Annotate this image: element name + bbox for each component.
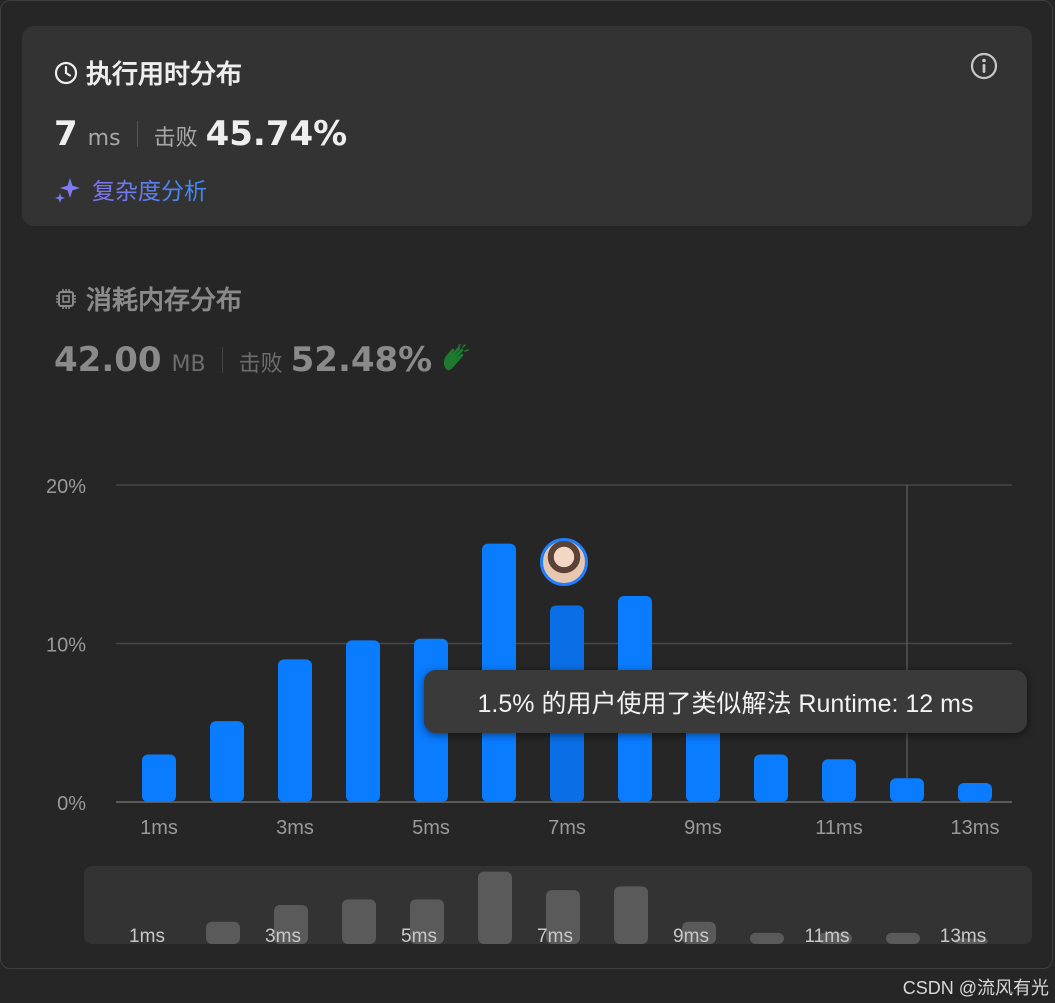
- overview-bar: [206, 921, 240, 944]
- info-icon[interactable]: [970, 52, 998, 84]
- runtime-card[interactable]: 执行用时分布 7 ms 击败 45.74% 复杂度分析: [22, 26, 1032, 226]
- overview-tick-label: 1ms: [129, 926, 165, 947]
- overview-tick-label: 5ms: [401, 926, 437, 947]
- overview-tick-label: 7ms: [537, 926, 573, 947]
- chip-icon: [54, 287, 78, 311]
- chart-bar[interactable]: [346, 640, 380, 802]
- memory-title[interactable]: 消耗内存分布: [54, 280, 242, 317]
- complexity-analysis-label: 复杂度分析: [92, 179, 207, 205]
- overview-bar: [614, 886, 648, 944]
- chart-bar[interactable]: [822, 759, 856, 802]
- x-tick-label: 5ms: [412, 817, 450, 839]
- chart-bar[interactable]: [142, 754, 176, 802]
- user-avatar-marker[interactable]: [540, 538, 588, 586]
- runtime-stats: 7 ms 击败 45.74%: [54, 114, 347, 154]
- overview-tick-label: 9ms: [673, 926, 709, 947]
- memory-value: 42.00: [54, 340, 162, 380]
- overview-tick-label: 11ms: [804, 926, 849, 947]
- y-tick-label: 10%: [46, 635, 86, 657]
- runtime-value: 7: [54, 114, 78, 154]
- runtime-beat-label: 击败: [153, 126, 198, 151]
- chart-tooltip: 1.5% 的用户使用了类似解法 Runtime: 12 ms: [424, 670, 1027, 733]
- memory-title-text: 消耗内存分布: [86, 286, 243, 316]
- x-tick-label: 9ms: [684, 817, 722, 839]
- chart-bar[interactable]: [278, 659, 312, 802]
- overview-tick-label: 3ms: [265, 926, 301, 947]
- x-tick-label: 3ms: [276, 817, 314, 839]
- memory-beat-pct: 52.48%: [290, 340, 433, 380]
- clock-icon: [54, 61, 78, 85]
- overview-bar: [342, 899, 376, 944]
- complexity-analysis-link[interactable]: 复杂度分析: [54, 172, 207, 206]
- chart-bar[interactable]: [958, 782, 992, 802]
- clap-icon: [440, 343, 470, 376]
- overview-bar: [886, 932, 920, 944]
- chart-bar[interactable]: [890, 778, 924, 802]
- watermark: CSDN @流风有光: [902, 978, 1049, 998]
- stat-divider: [136, 121, 138, 147]
- overview-tick-label: 13ms: [940, 926, 986, 947]
- chart-bar[interactable]: [210, 721, 244, 802]
- memory-unit: MB: [171, 352, 206, 377]
- runtime-title-text: 执行用时分布: [86, 60, 243, 90]
- x-tick-label: 7ms: [548, 817, 586, 839]
- x-tick-label: 11ms: [815, 817, 862, 839]
- memory-stats[interactable]: 42.00 MB 击败 52.48%: [54, 340, 470, 380]
- runtime-title: 执行用时分布: [54, 54, 242, 91]
- y-tick-label: 20%: [46, 476, 86, 498]
- stat-divider: [221, 347, 223, 373]
- overview-bar: [478, 871, 512, 944]
- y-tick-label: 0%: [57, 793, 86, 815]
- overview-bar: [750, 932, 784, 944]
- memory-beat-label: 击败: [238, 352, 283, 377]
- runtime-unit: ms: [87, 126, 121, 151]
- chart-bar[interactable]: [686, 722, 720, 802]
- chart-bar[interactable]: [754, 754, 788, 802]
- sparkle-icon: [54, 175, 82, 203]
- x-tick-label: 1ms: [140, 817, 178, 839]
- x-tick-label: 13ms: [951, 817, 1000, 839]
- runtime-beat-pct: 45.74%: [205, 114, 348, 154]
